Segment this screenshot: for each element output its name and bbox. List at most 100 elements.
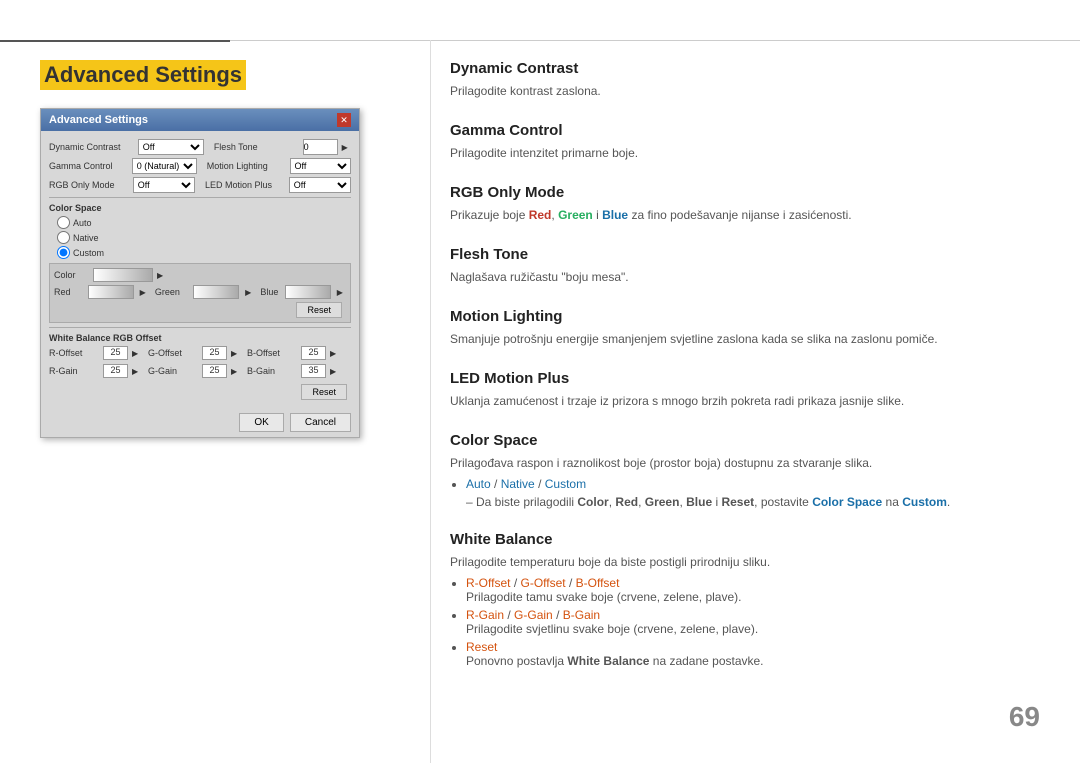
- white-balance-bullets: R-Offset / G-Offset / B-Offset Prilagodi…: [466, 576, 1050, 668]
- radio-auto-input[interactable]: [57, 216, 70, 229]
- motion-lighting-select[interactable]: Off: [290, 158, 352, 174]
- wb-g-offset-value: 25: [202, 346, 227, 360]
- wb-b-gain-arrow[interactable]: ▶: [330, 367, 340, 376]
- radio-auto-label: Auto: [73, 218, 92, 228]
- blue-arrow[interactable]: ▶: [337, 288, 346, 297]
- native-link: Native: [501, 477, 535, 491]
- rgb-only-label: RGB Only Mode: [49, 180, 129, 190]
- wb-offset-sub: Prilagodite tamu svake boje (crvene, zel…: [466, 590, 741, 604]
- color-space-sub-bullet: Da biste prilagodili Color, Red, Green, …: [466, 495, 1050, 509]
- wb-g-gain-value: 25: [202, 364, 227, 378]
- wb-r-offset-value: 25: [103, 346, 128, 360]
- left-panel: Advanced Settings Advanced Settings ✕ Dy…: [40, 60, 410, 438]
- dialog-row-rgb: RGB Only Mode Off LED Motion Plus Off: [49, 177, 351, 193]
- wb-b-gain-row: B-Gain 35 ▶: [247, 364, 340, 378]
- dialog-row-dynamic-contrast: Dynamic Contrast Off Flesh Tone ▶: [49, 139, 351, 155]
- wb-reset-button[interactable]: Reset: [301, 384, 347, 400]
- text-red: Red: [529, 208, 552, 222]
- right-panel: Dynamic Contrast Prilagodite kontrast za…: [450, 60, 1050, 690]
- advanced-settings-dialog: Advanced Settings ✕ Dynamic Contrast Off…: [40, 108, 360, 438]
- green-slider[interactable]: [193, 285, 239, 299]
- radio-native[interactable]: Native: [57, 231, 351, 244]
- red-label: Red: [54, 287, 82, 297]
- top-border-accent: [0, 40, 230, 42]
- gamma-control-title: Gamma Control: [450, 122, 1050, 139]
- motion-lighting-title: Motion Lighting: [450, 308, 1050, 325]
- flesh-tone-text: Naglašava ružičastu "boju mesa".: [450, 268, 1050, 286]
- led-motion-label: LED Motion Plus: [205, 180, 285, 190]
- dialog-title: Advanced Settings: [49, 114, 148, 126]
- wb-g-offset-row: G-Offset 25 ▶: [148, 346, 241, 360]
- section-color-space: Color Space Prilagođava raspon i raznoli…: [450, 432, 1050, 509]
- reset-link: Reset: [466, 640, 497, 654]
- blue-bold: Blue: [686, 495, 712, 509]
- radio-native-input[interactable]: [57, 231, 70, 244]
- cancel-button[interactable]: Cancel: [290, 413, 351, 432]
- wb-g-gain-row: G-Gain 25 ▶: [148, 364, 241, 378]
- red-slider[interactable]: [88, 285, 134, 299]
- flesh-tone-title: Flesh Tone: [450, 246, 1050, 263]
- wb-b-offset-value: 25: [301, 346, 326, 360]
- blue-slider[interactable]: [285, 285, 331, 299]
- led-motion-plus-text: Uklanja zamućenost i trzaje iz prizora s…: [450, 392, 1050, 410]
- motion-lighting-label: Motion Lighting: [207, 161, 286, 171]
- radio-custom[interactable]: Custom: [57, 246, 351, 259]
- dialog-title-bar: Advanced Settings ✕: [41, 109, 359, 131]
- section-dynamic-contrast: Dynamic Contrast Prilagodite kontrast za…: [450, 60, 1050, 100]
- wb-g-gain-label: G-Gain: [148, 366, 198, 376]
- rgb-only-select[interactable]: Off: [133, 177, 195, 193]
- wb-r-gain-value: 25: [103, 364, 128, 378]
- dialog-close-button[interactable]: ✕: [337, 113, 351, 127]
- dynamic-contrast-title: Dynamic Contrast: [450, 60, 1050, 77]
- custom-bold-link: Custom: [902, 495, 947, 509]
- wb-r-gain-arrow[interactable]: ▶: [132, 367, 142, 376]
- wb-g-offset-label: G-Offset: [148, 348, 198, 358]
- wb-reset-sub: Ponovno postavlja White Balance na zadan…: [466, 654, 764, 668]
- color-space-bullet-links: Auto / Native / Custom: [466, 477, 1050, 491]
- wb-b-offset-arrow[interactable]: ▶: [330, 349, 340, 358]
- white-balance-section: White Balance RGB Offset R-Offset 25 ▶ G…: [49, 333, 351, 400]
- led-motion-select[interactable]: Off: [289, 177, 351, 193]
- b-gain-link: B-Gain: [563, 608, 600, 622]
- text-blue: Blue: [602, 208, 628, 222]
- white-balance-bold: White Balance: [567, 654, 649, 668]
- radio-auto[interactable]: Auto: [57, 216, 351, 229]
- color-space-sub-bullets: Da biste prilagodili Color, Red, Green, …: [466, 495, 1050, 509]
- wb-g-gain-arrow[interactable]: ▶: [231, 367, 241, 376]
- motion-lighting-text: Smanjuje potrošnju energije smanjenjem s…: [450, 330, 1050, 348]
- rgb-only-mode-title: RGB Only Mode: [450, 184, 1050, 201]
- b-offset-link: B-Offset: [576, 576, 620, 590]
- dynamic-contrast-text: Prilagodite kontrast zaslona.: [450, 82, 1050, 100]
- wb-b-gain-value: 35: [301, 364, 326, 378]
- ok-button[interactable]: OK: [239, 413, 283, 432]
- flesh-tone-input[interactable]: [303, 139, 338, 155]
- radio-custom-input[interactable]: [57, 246, 70, 259]
- wb-g-offset-arrow[interactable]: ▶: [231, 349, 241, 358]
- dynamic-contrast-select[interactable]: Off: [138, 139, 204, 155]
- page-title: Advanced Settings: [40, 60, 246, 90]
- color-space-title: Color Space: [450, 432, 1050, 449]
- color-slider[interactable]: [93, 268, 153, 282]
- flesh-tone-arrow[interactable]: ▶: [342, 143, 351, 152]
- color-space-bullets: Auto / Native / Custom: [466, 477, 1050, 491]
- wb-r-gain-label: R-Gain: [49, 366, 99, 376]
- green-arrow[interactable]: ▶: [245, 288, 254, 297]
- led-motion-plus-title: LED Motion Plus: [450, 370, 1050, 387]
- red-bold: Red: [615, 495, 638, 509]
- wb-reset-bullet: Reset Ponovno postavlja White Balance na…: [466, 640, 1050, 668]
- color-row: Color ▶: [54, 268, 346, 282]
- dialog-footer: OK Cancel: [41, 408, 359, 437]
- radio-custom-label: Custom: [73, 248, 104, 258]
- rgb-only-mode-text: Prikazuje boje Red, Green i Blue za fino…: [450, 206, 1050, 224]
- color-arrow[interactable]: ▶: [157, 271, 167, 280]
- wb-r-offset-label: R-Offset: [49, 348, 99, 358]
- gamma-select[interactable]: 0 (Natural): [132, 158, 197, 174]
- red-arrow[interactable]: ▶: [140, 288, 149, 297]
- green-bold: Green: [645, 495, 680, 509]
- color-reset-button[interactable]: Reset: [296, 302, 342, 318]
- text-green: Green: [558, 208, 593, 222]
- gamma-control-text: Prilagodite intenzitet primarne boje.: [450, 144, 1050, 162]
- vertical-divider: [430, 40, 431, 763]
- wb-r-offset-arrow[interactable]: ▶: [132, 349, 142, 358]
- slash1: /: [494, 477, 501, 491]
